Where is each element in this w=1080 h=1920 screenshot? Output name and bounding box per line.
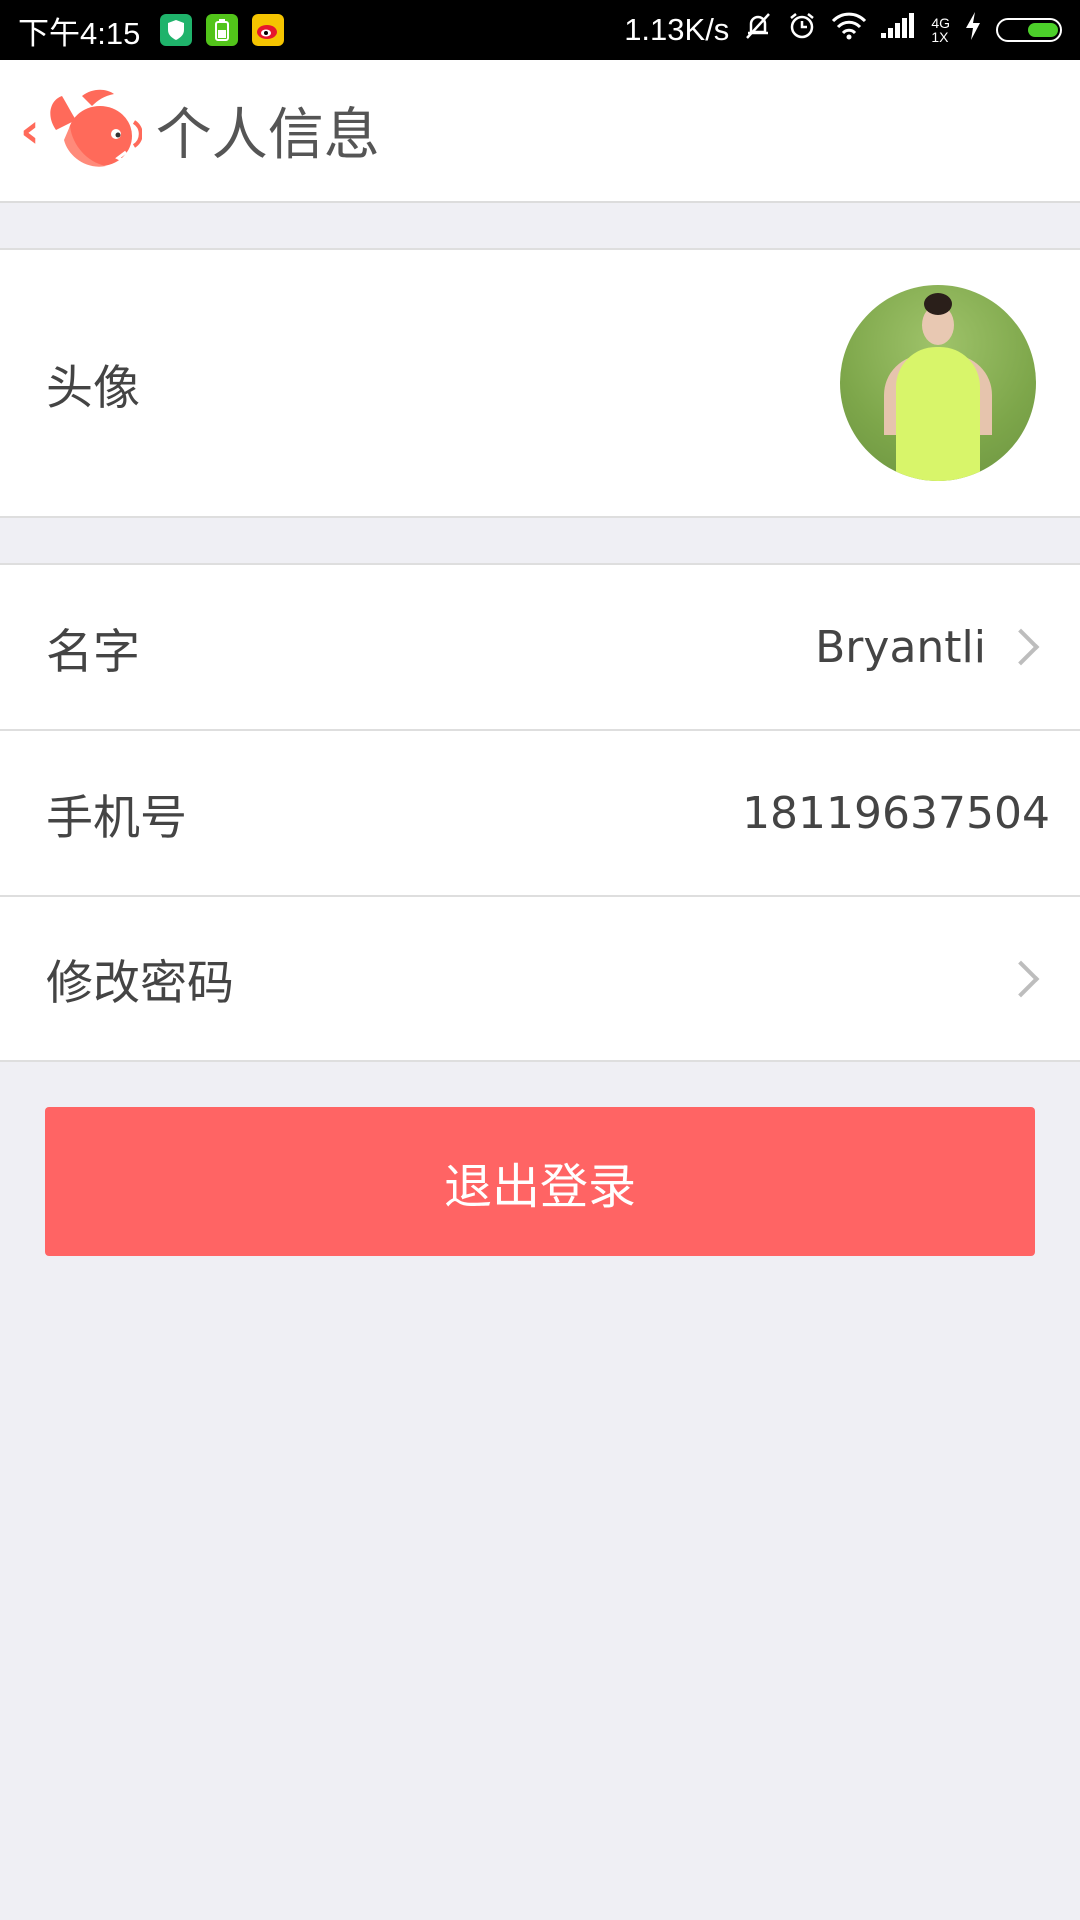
- chevron-right-icon: [1002, 628, 1040, 666]
- logout-button[interactable]: 退出登录: [45, 1107, 1035, 1256]
- app-header: ‹ 个人信息: [0, 60, 1080, 203]
- divider: [0, 1060, 1080, 1062]
- name-row[interactable]: 名字 Bryantli: [0, 565, 1080, 729]
- network-type-bottom: 1X: [931, 29, 949, 45]
- avatar[interactable]: [840, 285, 1036, 481]
- divider: [0, 516, 1080, 518]
- network-type: 4G 1X: [931, 16, 950, 44]
- status-time: 下午4:15: [18, 15, 141, 51]
- page-title: 个人信息: [155, 103, 380, 168]
- avatar-figure-body: [896, 347, 980, 481]
- chevron-right-icon: [1002, 960, 1040, 997]
- back-chevron-icon: ‹: [20, 102, 40, 159]
- avatar-figure-hair: [924, 293, 952, 315]
- charging-icon: [964, 11, 982, 49]
- battery-app-icon: [206, 14, 239, 46]
- wifi-icon: [831, 12, 867, 48]
- phone-label: 手机号: [46, 790, 187, 846]
- change-password-label: 修改密码: [46, 956, 234, 1011]
- battery-level: [1028, 23, 1058, 37]
- network-type-top: 4G: [931, 15, 950, 31]
- bell-muted-icon: [743, 11, 773, 49]
- weibo-app-icon: [252, 14, 285, 46]
- avatar-label: 头像: [46, 360, 140, 416]
- alarm-icon: [787, 11, 817, 49]
- phone-row: 手机号 18119637504: [0, 731, 1080, 895]
- avatar-row[interactable]: 头像: [0, 250, 1080, 516]
- signal-icon: [881, 13, 917, 47]
- status-bar: 下午4:15 1.13K/s 4G 1X: [0, 0, 1080, 60]
- fish-logo-icon: [50, 89, 142, 167]
- phone-value: 18119637504: [742, 787, 1050, 839]
- name-label: 名字: [46, 624, 140, 680]
- shield-app-icon: [160, 14, 193, 46]
- back-button[interactable]: ‹: [20, 86, 142, 176]
- network-speed: 1.13K/s: [624, 12, 730, 47]
- name-value: Bryantli: [815, 621, 986, 673]
- battery-icon: [996, 18, 1062, 42]
- change-password-row[interactable]: 修改密码: [0, 897, 1080, 1060]
